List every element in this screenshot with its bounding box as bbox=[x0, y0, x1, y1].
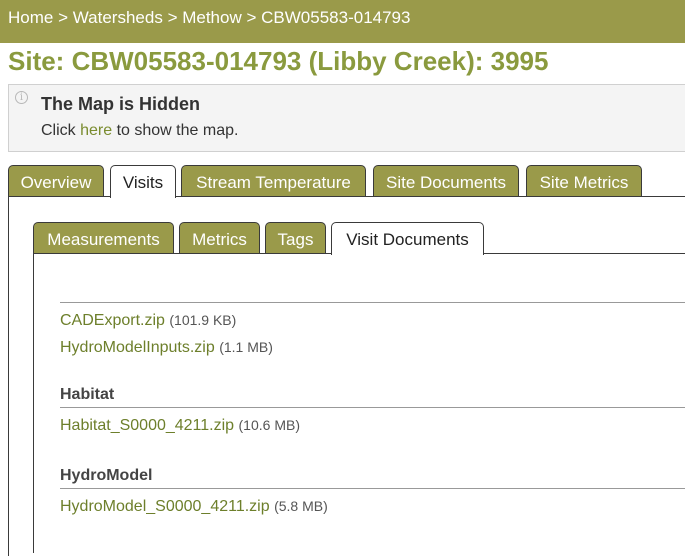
section-divider bbox=[60, 488, 685, 489]
tab-site-metrics[interactable]: Site Metrics bbox=[526, 165, 642, 197]
section-divider bbox=[60, 407, 685, 408]
file-size: (101.9 KB) bbox=[169, 312, 237, 328]
document-group-general: CADExport.zip (101.9 KB) HydroModelInput… bbox=[60, 302, 685, 361]
file-item: Habitat_S0000_4211.zip (10.6 MB) bbox=[60, 412, 685, 439]
map-hidden-notice: i The Map is Hidden Click here to show t… bbox=[8, 84, 685, 152]
tab-stream-temperature[interactable]: Stream Temperature bbox=[181, 165, 366, 197]
file-link[interactable]: HydroModel_S0000_4211.zip bbox=[60, 498, 270, 515]
info-icon: i bbox=[15, 91, 28, 104]
breadcrumb-methow[interactable]: Methow bbox=[182, 8, 242, 27]
map-notice-text-after: to show the map. bbox=[112, 122, 239, 139]
tab-measurements[interactable]: Measurements bbox=[33, 222, 174, 254]
page-title: Site: CBW05583-014793 (Libby Creek): 399… bbox=[8, 46, 549, 76]
file-size: (10.6 MB) bbox=[238, 417, 300, 433]
tab-visit-documents[interactable]: Visit Documents bbox=[331, 222, 484, 255]
section-divider bbox=[60, 302, 685, 303]
breadcrumb-separator: > bbox=[167, 8, 183, 27]
file-link[interactable]: CADExport.zip bbox=[60, 312, 165, 329]
file-link[interactable]: HydroModelInputs.zip bbox=[60, 339, 215, 356]
main-tab-bar: Overview Visits Stream Temperature Site … bbox=[8, 165, 685, 198]
map-notice-text-before: Click bbox=[41, 122, 81, 139]
visit-tab-bar: Measurements Metrics Tags Visit Document… bbox=[33, 222, 685, 255]
section-heading: Habitat bbox=[60, 386, 115, 403]
file-size: (1.1 MB) bbox=[219, 339, 273, 355]
file-item: HydroModelInputs.zip (1.1 MB) bbox=[60, 334, 685, 361]
file-item: CADExport.zip (101.9 KB) bbox=[60, 307, 685, 334]
file-size: (5.8 MB) bbox=[274, 498, 328, 514]
document-group-habitat: Habitat Habitat_S0000_4211.zip (10.6 MB) bbox=[60, 386, 685, 439]
breadcrumb-watersheds[interactable]: Watersheds bbox=[73, 8, 163, 27]
tab-visits[interactable]: Visits bbox=[110, 165, 176, 198]
tab-tags[interactable]: Tags bbox=[265, 222, 326, 254]
document-group-hydromodel: HydroModel HydroModel_S0000_4211.zip (5.… bbox=[60, 467, 685, 520]
show-map-link[interactable]: here bbox=[80, 122, 112, 139]
breadcrumb-separator: > bbox=[246, 8, 262, 27]
map-notice-text: Click here to show the map. bbox=[41, 122, 238, 140]
breadcrumb-separator: > bbox=[58, 8, 73, 27]
breadcrumb: Home > Watersheds > Methow > CBW05583-01… bbox=[0, 0, 685, 43]
tab-site-documents[interactable]: Site Documents bbox=[373, 165, 519, 197]
file-item: HydroModel_S0000_4211.zip (5.8 MB) bbox=[60, 493, 685, 520]
section-heading: HydroModel bbox=[60, 467, 153, 484]
tab-metrics[interactable]: Metrics bbox=[179, 222, 260, 254]
file-link[interactable]: Habitat_S0000_4211.zip bbox=[60, 417, 234, 434]
map-notice-heading: The Map is Hidden bbox=[41, 94, 201, 114]
tab-overview[interactable]: Overview bbox=[8, 165, 104, 197]
breadcrumb-home[interactable]: Home bbox=[8, 8, 53, 27]
breadcrumb-current: CBW05583-014793 bbox=[261, 8, 411, 27]
